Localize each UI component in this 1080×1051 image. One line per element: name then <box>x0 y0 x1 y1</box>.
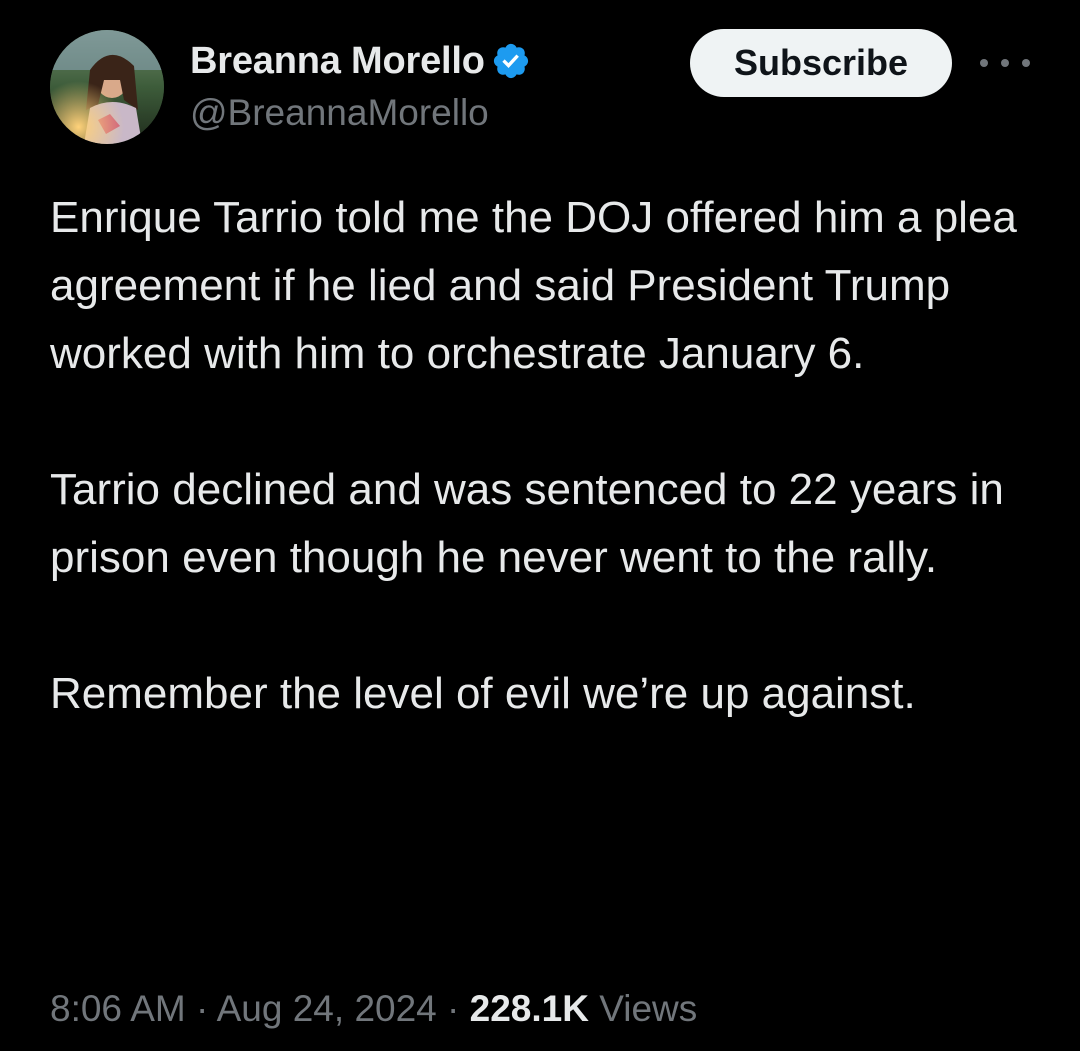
tweet-paragraph: Tarrio declined and was sentenced to 22 … <box>50 465 1004 582</box>
tweet-date[interactable]: Aug 24, 2024 <box>217 988 437 1029</box>
tweet-paragraph: Enrique Tarrio told me the DOJ offered h… <box>50 193 1017 378</box>
more-dot <box>980 59 988 67</box>
author-display-name[interactable]: Breanna Morello <box>190 40 485 83</box>
views-count: 228.1K <box>469 988 589 1029</box>
tweet-text: Enrique Tarrio told me the DOJ offered h… <box>50 184 1050 728</box>
tweet-card: Breanna Morello @BreannaMorello Subscrib… <box>0 0 1080 1051</box>
verified-badge-icon[interactable] <box>491 41 531 81</box>
views-label: Views <box>599 988 698 1029</box>
tweet-paragraph: Remember the level of evil we’re up agai… <box>50 669 916 718</box>
more-dot <box>1001 59 1009 67</box>
tweet-time[interactable]: 8:06 AM <box>50 988 186 1029</box>
meta-separator: · <box>185 988 217 1029</box>
author-handle[interactable]: @BreannaMorello <box>190 92 489 134</box>
avatar[interactable] <box>50 30 164 144</box>
more-dot <box>1022 59 1030 67</box>
more-options-icon[interactable] <box>980 48 1030 78</box>
meta-separator: · <box>436 988 470 1029</box>
subscribe-button[interactable]: Subscribe <box>690 29 952 97</box>
tweet-meta: 8:06 AM · Aug 24, 2024 · 228.1K Views <box>50 984 697 1034</box>
author-name-row[interactable]: Breanna Morello <box>190 36 531 86</box>
